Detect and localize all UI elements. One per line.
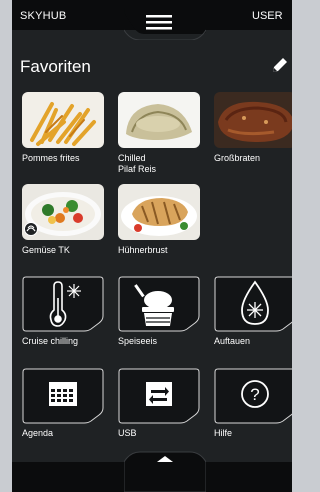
chicken-image bbox=[118, 184, 200, 240]
favorite-label-pommes-frites: Pommes frites bbox=[22, 153, 80, 163]
usb-button[interactable] bbox=[118, 368, 200, 424]
agenda-label: Agenda bbox=[22, 428, 54, 438]
bottom-tab[interactable] bbox=[124, 448, 206, 492]
usb-transfer-icon bbox=[146, 382, 172, 406]
favorite-label-huehnerbrust: Hühnerbrust bbox=[118, 245, 168, 255]
title-row: Favoriten bbox=[12, 55, 292, 79]
favorite-label-chilled: Chilled bbox=[118, 153, 146, 163]
calendar-icon bbox=[49, 382, 77, 406]
edit-pencil-icon[interactable] bbox=[270, 55, 290, 75]
agenda-button[interactable] bbox=[22, 368, 104, 424]
favorite-tile-pommes-frites[interactable] bbox=[22, 92, 104, 148]
frozen-badge-icon bbox=[24, 222, 38, 236]
favorite-label-pilaf-reis: Pilaf Reis bbox=[118, 164, 157, 174]
brand-label: SKYHUB bbox=[20, 10, 67, 22]
hilfe-label: Hilfe bbox=[214, 428, 233, 438]
usb-label: USB bbox=[118, 428, 137, 438]
cruise-chilling-button[interactable] bbox=[22, 276, 104, 332]
speiseeis-button[interactable] bbox=[118, 276, 200, 332]
rice-image bbox=[118, 92, 200, 148]
roast-image bbox=[214, 92, 292, 148]
user-label[interactable]: USER bbox=[252, 10, 283, 22]
hamburger-menu-icon[interactable] bbox=[146, 14, 172, 30]
favorite-tile-grossbraten[interactable] bbox=[214, 92, 292, 148]
auftauen-label: Auftauen bbox=[214, 336, 251, 346]
page-title: Favoriten bbox=[20, 57, 91, 76]
hilfe-button[interactable]: ? bbox=[214, 368, 292, 424]
auftauen-button[interactable] bbox=[214, 276, 292, 332]
favorite-label-grossbraten: Großbraten bbox=[214, 153, 261, 163]
favorite-tile-pilaf-reis[interactable] bbox=[118, 92, 200, 148]
cruise-chilling-label: Cruise chilling bbox=[22, 336, 79, 346]
fries-image bbox=[22, 92, 104, 148]
svg-text:?: ? bbox=[250, 385, 259, 404]
app-screen: SKYHUB USER Favoriten Pommes frites Chil… bbox=[12, 0, 292, 492]
favorite-tile-huehnerbrust[interactable] bbox=[118, 184, 200, 240]
favorite-label-gemuese-tk: Gemüse TK bbox=[22, 245, 70, 255]
speiseeis-label: Speiseeis bbox=[118, 336, 158, 346]
